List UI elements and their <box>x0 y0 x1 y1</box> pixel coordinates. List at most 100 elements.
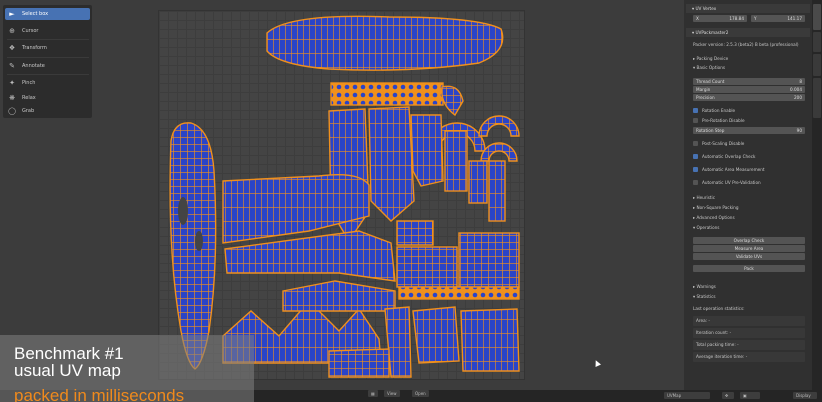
advanced-options-section[interactable]: ▸ Advanced Options <box>693 214 735 221</box>
measure-area-button[interactable]: Measure Area <box>693 245 805 252</box>
uv-island <box>478 115 520 137</box>
tool-select-box[interactable]: ► Select box <box>5 8 90 20</box>
section-label: Statistics <box>696 294 716 299</box>
field-value: 200 <box>794 95 802 100</box>
margin-field[interactable]: Margin 0.004 <box>693 86 805 93</box>
tool-relax[interactable]: ❋ Relax <box>5 92 90 104</box>
uv-island <box>412 306 460 364</box>
chevron-right-icon: ▸ <box>693 195 696 200</box>
uv-vertex-header[interactable]: ▾ UV Vertex <box>686 4 810 13</box>
uv-island <box>330 82 444 106</box>
uv-island <box>458 232 520 288</box>
checkbox-label: Post-Scaling Disable <box>702 141 745 146</box>
section-label: Heuristic <box>696 195 716 200</box>
warnings-section[interactable]: ▸ Warnings <box>693 283 716 290</box>
section-label: Operations <box>696 225 720 230</box>
packing-device-section[interactable]: ▸ Packing Device <box>693 55 728 62</box>
basic-options-section[interactable]: ▾ Basic Options <box>693 64 725 71</box>
separator <box>7 39 89 40</box>
automatic-area-measurement-checkbox[interactable]: Automatic Area Measurement <box>693 166 765 173</box>
display-dropdown[interactable]: Display <box>793 392 817 399</box>
display-label: Display <box>796 393 811 398</box>
tool-label: Transform <box>22 45 47 51</box>
field-value: 8 <box>799 79 802 84</box>
tool-label: Annotate <box>22 63 45 69</box>
snap-icon[interactable]: ▣ <box>740 392 760 399</box>
post-scaling-disable-checkbox[interactable]: Post-Scaling Disable <box>693 140 744 147</box>
pre-rotation-disable-checkbox[interactable]: Pre-Rotation Disable <box>693 117 745 124</box>
uv-editor-canvas[interactable] <box>158 10 525 380</box>
view-menu[interactable]: View <box>384 390 400 397</box>
chevron-right-icon: ▸ <box>693 205 696 210</box>
precision-field[interactable]: Precision 200 <box>693 94 805 101</box>
tool-transform[interactable]: ❖ Transform <box>5 42 90 54</box>
tool-label: Cursor <box>22 28 39 34</box>
image-editor-window: ► Select box ⊕ Cursor ❖ Transform ✎ Anno… <box>0 0 822 402</box>
uv-vertex-y-field[interactable]: Y 141.17 <box>751 15 805 22</box>
sidebar-n-panel: ▾ UV Vertex X 178.84 Y 141.17 ▾ UVPackma… <box>684 0 812 390</box>
checkbox-checked-icon <box>693 108 698 113</box>
tool-grab[interactable]: ◯ Grab <box>5 105 90 117</box>
field-label: Thread Count <box>696 79 725 84</box>
uv-island <box>396 246 458 288</box>
pencil-icon: ✎ <box>9 62 15 70</box>
pivot-icon[interactable]: ✥ <box>722 392 734 399</box>
field-value: 90 <box>796 128 802 133</box>
rotation-step-field[interactable]: Rotation Step 90 <box>693 127 805 134</box>
statistics-section[interactable]: ▾ Statistics <box>693 293 716 300</box>
validate-uvs-button[interactable]: Validate UVs <box>693 253 805 260</box>
section-label: Packing Device <box>696 56 729 61</box>
thread-count-field[interactable]: Thread Count 8 <box>693 78 805 85</box>
checkbox-icon <box>693 118 698 123</box>
stat-iteration-count: Iteration count: - <box>693 328 805 338</box>
uv-hole <box>195 231 203 251</box>
checkbox-icon <box>693 180 698 185</box>
heuristic-section[interactable]: ▸ Heuristic <box>693 194 715 201</box>
non-square-packing-section[interactable]: ▸ Non-Square Packing <box>693 204 739 211</box>
checkbox-checked-icon <box>693 167 698 172</box>
tool-shelf: ► Select box ⊕ Cursor ❖ Transform ✎ Anno… <box>3 5 92 118</box>
pinch-icon: ✦ <box>9 79 15 87</box>
operations-section[interactable]: ▾ Operations <box>693 224 719 231</box>
uv-island <box>468 160 488 204</box>
overlap-check-button[interactable]: Overlap Check <box>693 237 805 244</box>
pack-button[interactable]: Pack <box>693 265 805 272</box>
uv-island <box>480 142 518 162</box>
version-text: Packer version: 2.5.3 (beta2) B beta (pr… <box>693 42 799 47</box>
uv-island <box>398 286 520 300</box>
tool-cursor[interactable]: ⊕ Cursor <box>5 25 90 37</box>
uv-island <box>410 114 444 187</box>
panel-title: UVPackmaster2 <box>695 30 729 35</box>
uvmap-label: UVMap <box>667 393 682 398</box>
uv-vertex-x-field[interactable]: X 178.84 <box>693 15 747 22</box>
section-label: Basic Options <box>696 65 726 70</box>
tool-annotate[interactable]: ✎ Annotate <box>5 60 90 72</box>
panel-title: UV Vertex <box>695 6 717 11</box>
uv-island <box>169 122 217 370</box>
sidebar-tab-tool[interactable] <box>813 32 821 52</box>
uvmap-selector[interactable]: UVMap <box>664 392 710 399</box>
relax-icon: ❋ <box>9 94 15 102</box>
uv-island <box>441 85 464 117</box>
rotation-enable-checkbox[interactable]: Rotation Enable <box>693 107 735 114</box>
sidebar-tab-view[interactable] <box>813 54 821 76</box>
sidebar-tab-item[interactable] <box>813 4 821 30</box>
field-value: 0.004 <box>790 87 802 92</box>
cursor-icon: ► <box>9 10 15 18</box>
chevron-right-icon: ▸ <box>693 284 696 289</box>
open-menu[interactable]: Open <box>412 390 429 397</box>
tool-pinch[interactable]: ✦ Pinch <box>5 77 90 89</box>
tool-label: Select box <box>22 11 49 17</box>
uv-hole <box>178 197 188 225</box>
automatic-overlap-check-checkbox[interactable]: Automatic Overlap Check <box>693 153 755 160</box>
chevron-down-icon: ▾ <box>693 225 696 230</box>
uv-island <box>460 308 520 372</box>
field-value: 141.17 <box>787 16 802 21</box>
automatic-uv-pre-validation-checkbox[interactable]: Automatic UV Pre-Validation <box>693 179 761 186</box>
caption-line-3: packed in milliseconds <box>14 386 185 402</box>
uvpackmaster-header[interactable]: ▾ UVPackmaster2 <box>686 28 810 37</box>
editor-type-icon[interactable]: ▦ <box>368 390 378 397</box>
uv-island <box>396 220 434 246</box>
sidebar-tab-uvpackmaster[interactable] <box>813 78 821 118</box>
benchmark-caption: Benchmark #1 usual UV map packed in mill… <box>0 335 254 402</box>
